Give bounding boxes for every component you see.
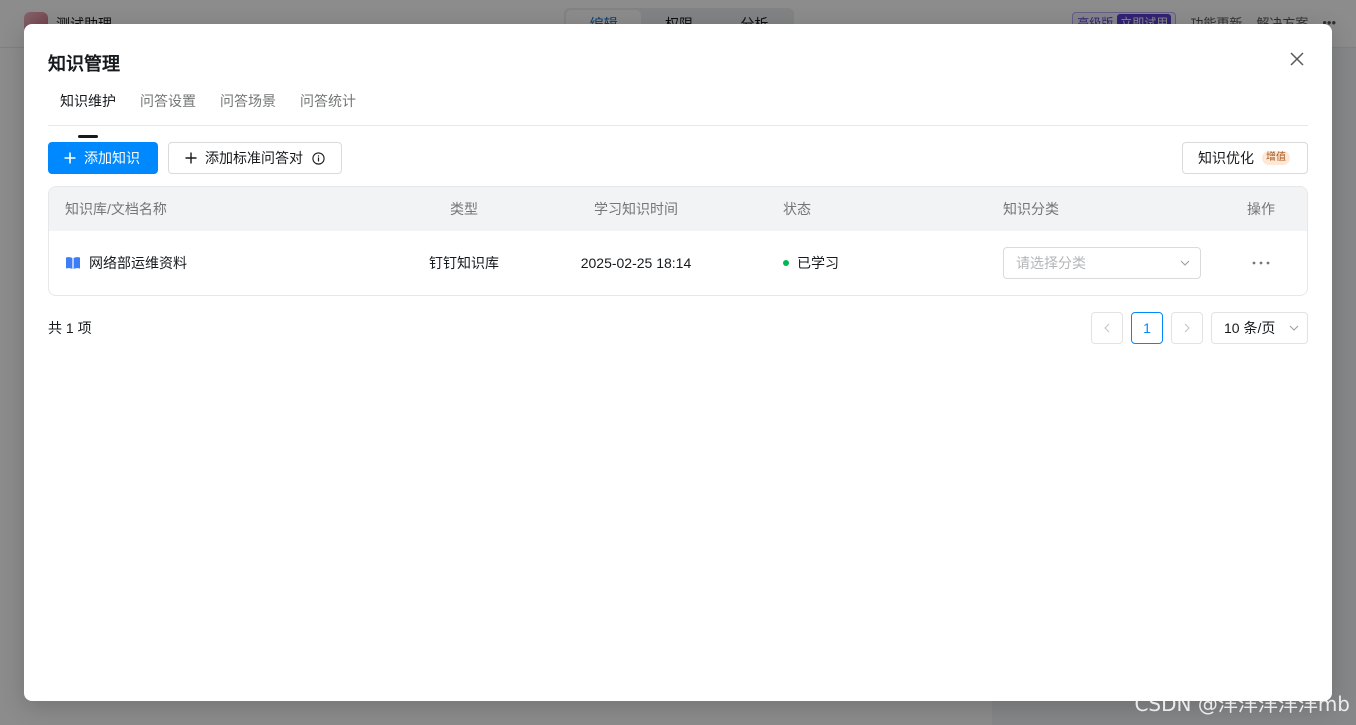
close-icon <box>1290 52 1304 66</box>
book-icon <box>65 255 81 271</box>
tab-qa-scenarios[interactable]: 问答场景 <box>208 88 288 125</box>
row-type-cell: 钉钉知识库 <box>429 255 499 271</box>
info-icon[interactable] <box>312 151 325 165</box>
row-name-cell: 网络部运维资料 <box>65 231 187 295</box>
tab-qa-settings[interactable]: 问答设置 <box>128 88 208 125</box>
page-size-select[interactable]: 10 条/页 <box>1211 312 1308 344</box>
plus-icon <box>185 152 197 164</box>
column-header-type: 类型 <box>450 201 478 217</box>
row-time-cell: 2025-02-25 18:14 <box>580 255 692 271</box>
csdn-watermark: CSDN @洋洋洋洋洋mb <box>1134 692 1350 716</box>
knowledge-optimize-button[interactable]: 知识优化 增值 <box>1182 142 1308 174</box>
next-page-button[interactable] <box>1171 312 1203 344</box>
table-footer: 共 1 项 1 10 条/页 <box>48 312 1308 344</box>
column-header-category: 知识分类 <box>1003 201 1059 217</box>
table-row: 网络部运维资料 钉钉知识库 2025-02-25 18:14 已学习 请选择分类 <box>49 231 1307 295</box>
table-header: 知识库/文档名称 类型 学习知识时间 状态 知识分类 操作 <box>49 187 1307 231</box>
column-header-status: 状态 <box>783 201 811 217</box>
page-size-value: 10 条/页 <box>1224 320 1276 336</box>
chevron-down-icon <box>1180 260 1190 266</box>
chevron-right-icon <box>1184 323 1190 333</box>
modal-tabs: 知识维护 问答设置 问答场景 问答统计 <box>48 88 1308 138</box>
row-status-cell: 已学习 <box>783 231 839 295</box>
plus-icon <box>64 152 76 164</box>
modal-title: 知识管理 <box>48 54 120 74</box>
category-placeholder: 请选择分类 <box>1016 255 1086 271</box>
toolbar: 添加知识 添加标准问答对 知识优化 增值 <box>48 142 1308 174</box>
chevron-left-icon <box>1104 323 1110 333</box>
prev-page-button[interactable] <box>1091 312 1123 344</box>
close-button[interactable] <box>1286 48 1308 70</box>
page-number-button[interactable]: 1 <box>1131 312 1163 344</box>
value-added-tag: 增值 <box>1262 151 1290 165</box>
column-header-actions: 操作 <box>1247 201 1275 217</box>
column-header-learn-time: 学习知识时间 <box>594 201 678 217</box>
add-standard-qa-button[interactable]: 添加标准问答对 <box>168 142 342 174</box>
total-count: 共 1 项 <box>48 320 92 336</box>
row-actions-cell <box>1229 231 1293 295</box>
category-select[interactable]: 请选择分类 <box>1003 247 1201 279</box>
status-text: 已学习 <box>797 255 839 271</box>
knowledge-management-modal: 知识管理 知识维护 问答设置 问答场景 问答统计 添加知识 添加标准问答对 知识… <box>24 24 1332 701</box>
document-name[interactable]: 网络部运维资料 <box>89 231 187 295</box>
more-actions-icon[interactable] <box>1252 261 1270 265</box>
add-knowledge-button[interactable]: 添加知识 <box>48 142 158 174</box>
row-category-cell: 请选择分类 <box>1003 231 1201 295</box>
pagination: 1 10 条/页 <box>1091 312 1308 344</box>
tab-qa-statistics[interactable]: 问答统计 <box>288 88 368 125</box>
chevron-down-icon <box>1289 325 1299 331</box>
column-header-name: 知识库/文档名称 <box>65 201 167 217</box>
tab-knowledge-maintenance[interactable]: 知识维护 <box>48 88 128 138</box>
knowledge-table: 知识库/文档名称 类型 学习知识时间 状态 知识分类 操作 网络部运维资料 钉钉… <box>48 186 1308 296</box>
status-dot <box>783 260 789 266</box>
